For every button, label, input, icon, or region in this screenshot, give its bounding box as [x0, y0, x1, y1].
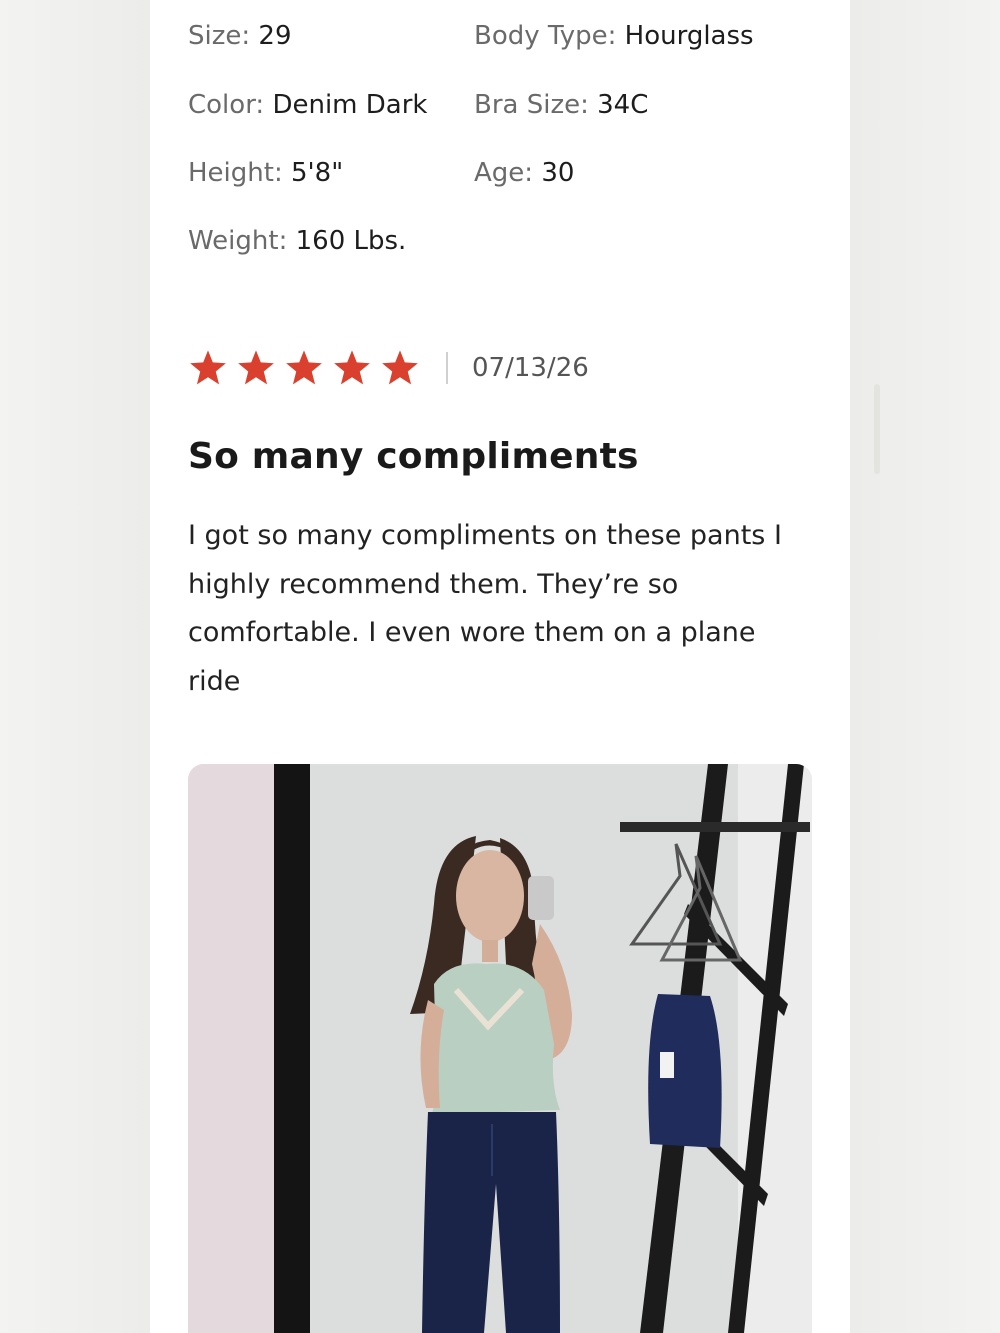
spec-weight-value: 160 Lbs.	[295, 226, 407, 256]
review-body: I got so many compliments on these pants…	[188, 520, 782, 697]
spec-color-value: Denim Dark	[272, 90, 428, 120]
scrollbar[interactable]	[874, 384, 880, 474]
review-date: 07/13/26	[472, 353, 589, 383]
spec-bra-size-label: Bra Size:	[474, 90, 589, 120]
spec-body-type-label: Body Type:	[474, 21, 617, 51]
review-card: Size: 29 Body Type: Hourglass Color: Den…	[150, 0, 850, 1333]
left-backdrop	[0, 0, 150, 1333]
star-icon	[284, 349, 324, 387]
spec-size-value: 29	[258, 21, 292, 51]
spec-weight-label: Weight:	[188, 226, 288, 256]
spec-height-label: Height:	[188, 158, 283, 188]
spec-height: Height: 5'8"	[188, 157, 343, 189]
right-backdrop	[850, 0, 1000, 1333]
spec-height-value: 5'8"	[290, 158, 344, 188]
review-title: So many compliments	[188, 436, 639, 477]
spec-body-type-value: Hourglass	[624, 21, 754, 51]
review-photo[interactable]	[188, 764, 812, 1333]
spec-bra-size-value: 34C	[597, 90, 649, 120]
stars-row	[188, 349, 428, 387]
spec-color: Color: Denim Dark	[188, 89, 427, 121]
spec-size: Size: 29	[188, 20, 292, 52]
spec-age-value: 30	[541, 158, 575, 188]
rating-divider	[446, 352, 448, 384]
spec-color-label: Color:	[188, 90, 265, 120]
spec-age: Age: 30	[474, 157, 574, 189]
spec-bra-size: Bra Size: 34C	[474, 89, 648, 121]
review-photo-image	[188, 764, 812, 1333]
spec-age-label: Age:	[474, 158, 534, 188]
star-icon	[188, 349, 228, 387]
spec-size-label: Size:	[188, 21, 251, 51]
star-icon	[380, 349, 420, 387]
spec-weight: Weight: 160 Lbs.	[188, 225, 406, 257]
spec-body-type: Body Type: Hourglass	[474, 20, 754, 52]
star-rating: 07/13/26	[188, 348, 589, 388]
star-icon	[236, 349, 276, 387]
star-icon	[332, 349, 372, 387]
